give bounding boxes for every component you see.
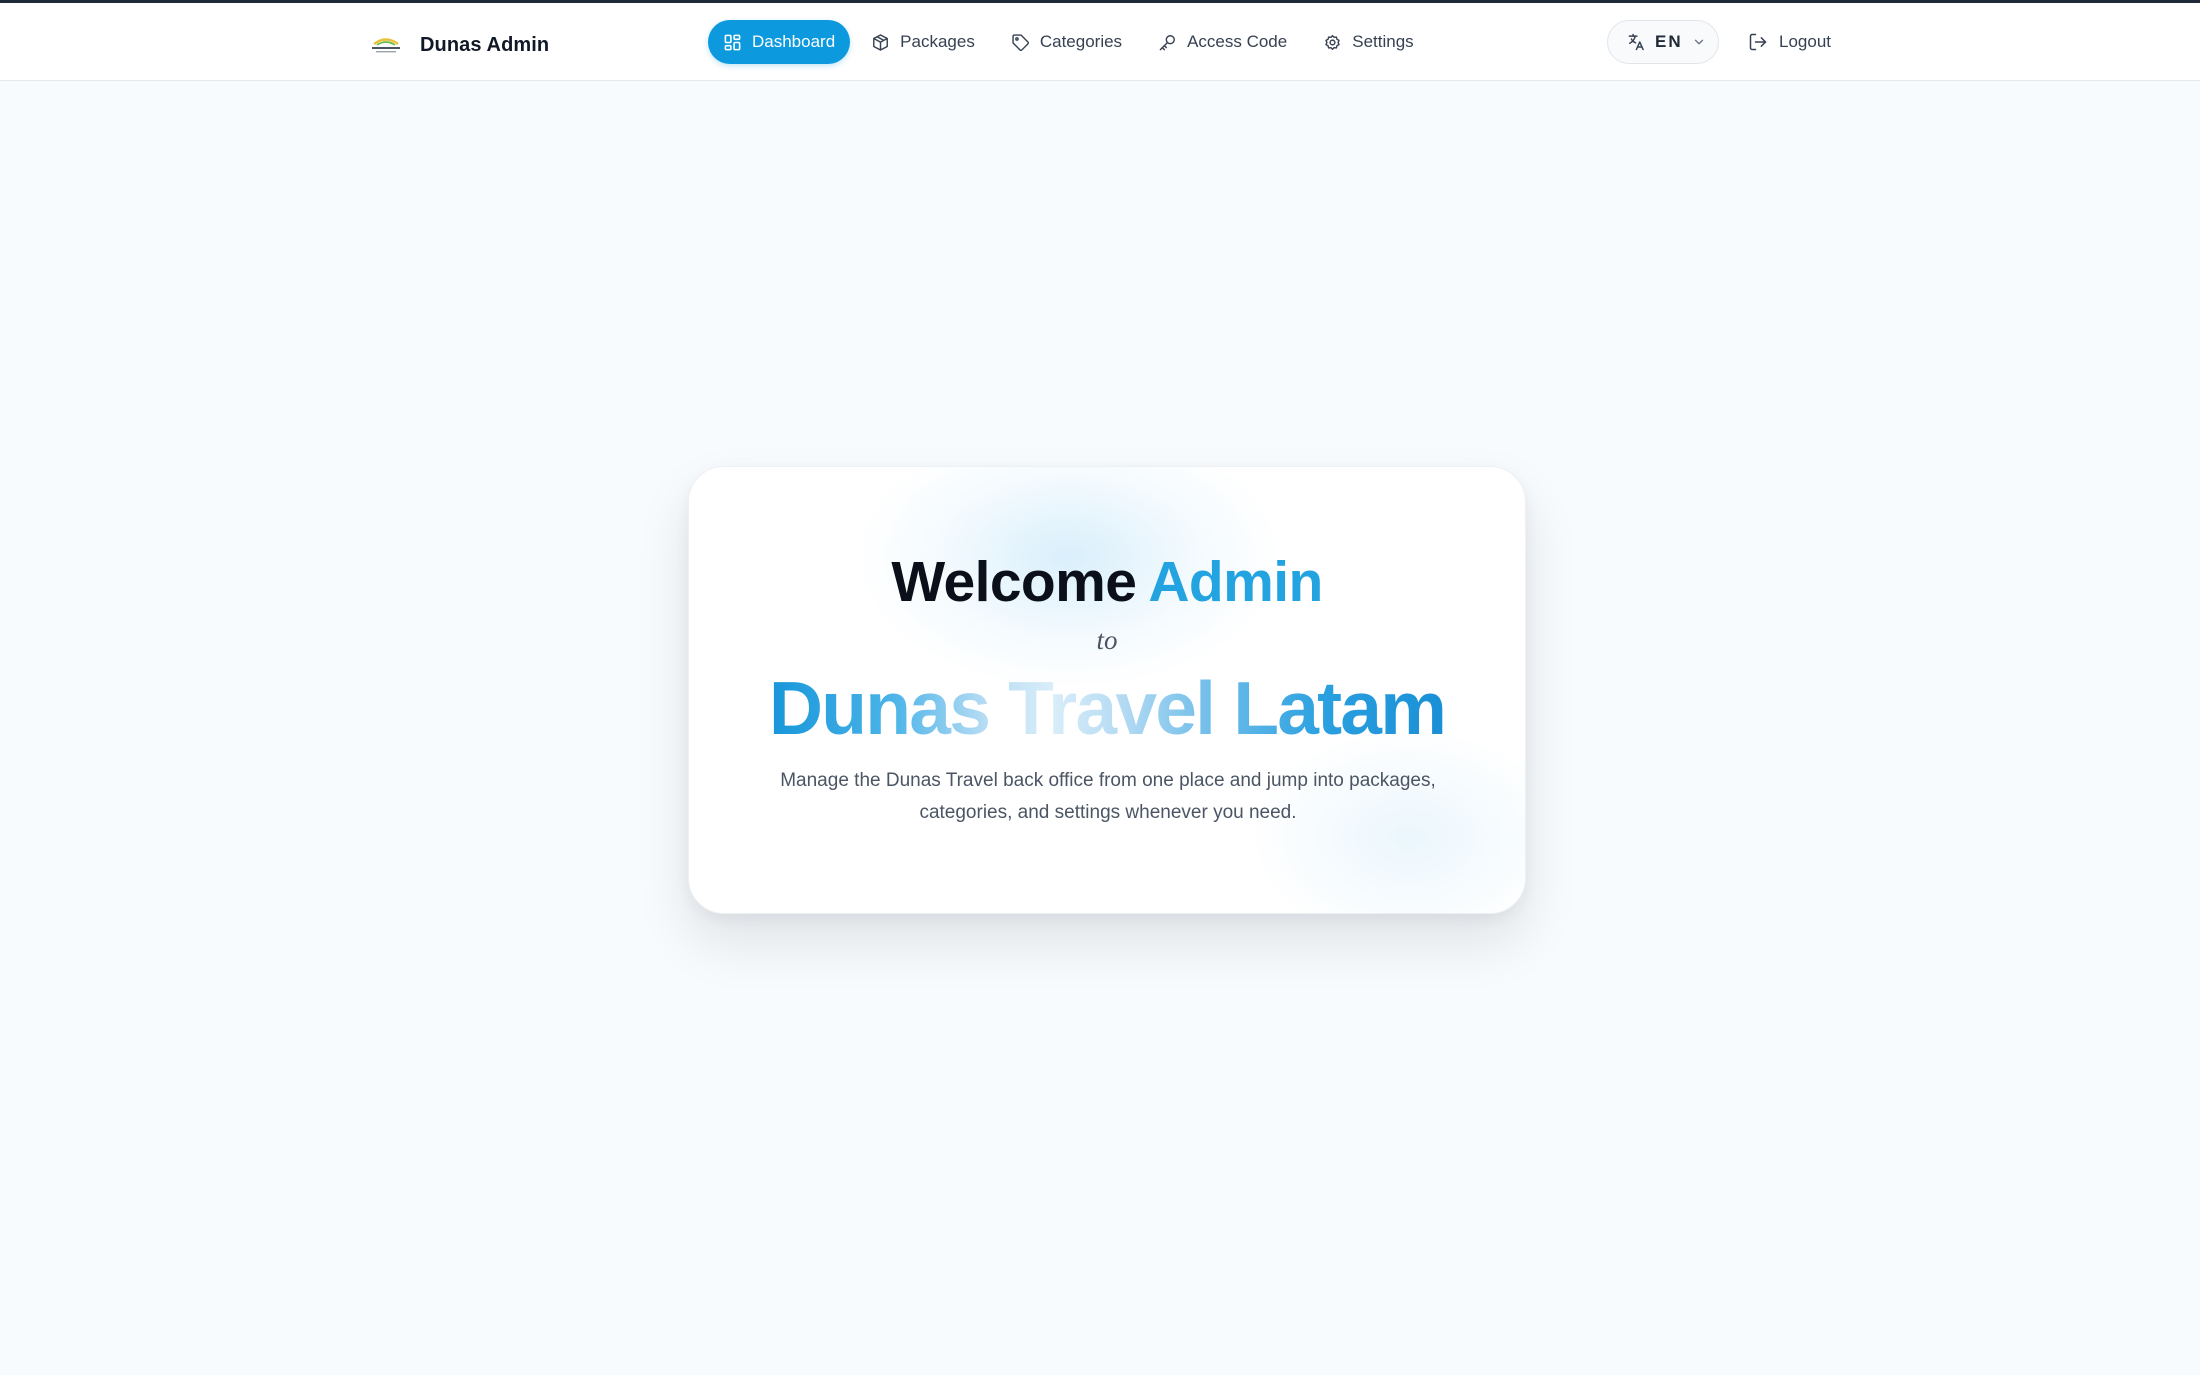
company-name-text: Dunas Travel Latam [768, 666, 1447, 750]
language-selector[interactable]: EN [1607, 20, 1719, 64]
key-icon [1159, 34, 1176, 50]
tag-icon [1012, 33, 1029, 51]
brand-name: Dunas Admin [420, 33, 550, 56]
welcome-text: Welcome [891, 550, 1137, 614]
gear-icon [1325, 34, 1340, 50]
nav-item-settings[interactable]: Settings [1308, 20, 1428, 64]
nav-item-access-code[interactable]: Access Code [1143, 20, 1302, 64]
package-icon [873, 33, 889, 51]
main-nav: Dashboard Packages Categories Access Cod… [708, 20, 1429, 64]
logout-label: Logout [1779, 32, 1831, 51]
dunas-logo-icon [372, 38, 400, 53]
language-code: EN [1655, 32, 1683, 51]
welcome-connector: to [1096, 625, 1118, 655]
nav-label-access-code: Access Code [1187, 32, 1288, 51]
welcome-card: Welcome Admin to Dunas Travel Latam Manag… [688, 466, 1526, 914]
nav-label-categories: Categories [1039, 32, 1123, 51]
welcome-description: Manage the Dunas Travel back office from… [780, 770, 1436, 823]
nav-item-dashboard[interactable]: Dashboard [708, 20, 851, 64]
brand[interactable]: Dunas Admin [368, 25, 549, 65]
chevron-down-icon [1694, 39, 1703, 45]
nav-label-packages: Packages [900, 32, 975, 51]
logout-button[interactable]: Logout [1744, 20, 1835, 64]
layout-grid-icon [724, 34, 741, 50]
logout-icon [1749, 33, 1767, 51]
nav-item-packages[interactable]: Packages [856, 20, 990, 64]
company-name: Dunas Travel Latam [689, 663, 1525, 753]
nav-label-dashboard: Dashboard [752, 32, 836, 51]
translate-icon [1628, 33, 1644, 51]
top-navbar: Dunas Admin Dashboard Packages Categorie… [0, 3, 2200, 81]
nav-label-settings: Settings [1352, 32, 1414, 51]
nav-item-categories[interactable]: Categories [996, 20, 1137, 64]
welcome-user: Admin [1148, 550, 1323, 614]
welcome-heading: Welcome Admin [689, 549, 1525, 615]
